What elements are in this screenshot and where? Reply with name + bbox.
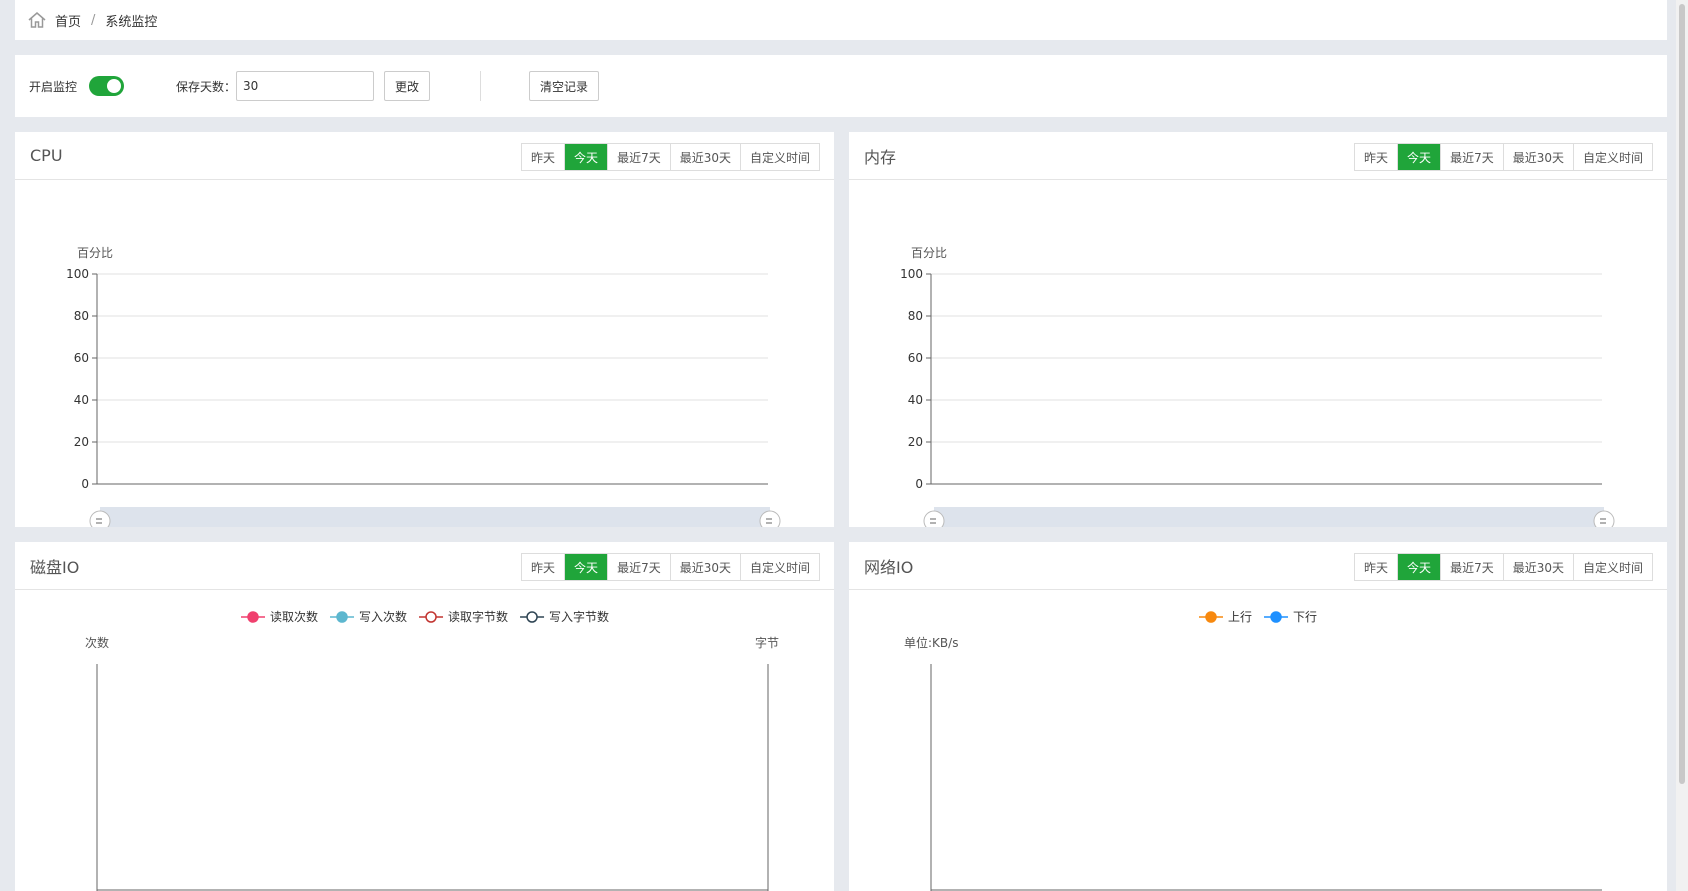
zoom-slider-track: [934, 507, 1604, 527]
y-tick-label: 20: [908, 435, 923, 449]
clear-records-button[interactable]: 清空记录: [529, 71, 600, 101]
range-button[interactable]: 昨天: [522, 144, 565, 170]
change-days-button[interactable]: 更改: [384, 71, 431, 101]
panel-title: 网络IO: [864, 557, 914, 577]
y-tick-label: 0: [81, 477, 89, 491]
memory-panel: 内存 昨天 今天 最近7天 最近30天 自定义时间 百分比 100 80 60 40 20 0: [849, 132, 1667, 527]
app: 首页 / 系统监控 开启监控 保存天数： 更改 清空记录 CPU 昨天今天最近7…: [0, 0, 1688, 891]
y-tick-label: 80: [74, 309, 89, 323]
memory-chart: 百分比 100 80 60 40 20 0: [900, 246, 1615, 527]
y-tick-label: 20: [74, 435, 89, 449]
legend-label: 下行: [1293, 610, 1317, 624]
breadcrumb-separator: /: [91, 12, 96, 28]
monitor-toggle[interactable]: [89, 76, 125, 96]
range-button[interactable]: 最近7天: [1440, 144, 1503, 170]
retention-days-input[interactable]: [236, 71, 375, 101]
breadcrumb-home-link[interactable]: 首页: [55, 11, 81, 30]
network-io-chart: 上行 下行单位:KB/s: [904, 610, 1602, 891]
disk-range-selector: 昨天 今天 最近7天 最近30天 自定义时间: [521, 553, 820, 581]
y-tick-label: 60: [74, 351, 89, 365]
y-axis-label: 次数: [85, 635, 109, 650]
legend-label: 读取次数: [270, 609, 318, 624]
y-tick-label: 40: [74, 393, 89, 407]
range-button[interactable]: 昨天: [1355, 144, 1398, 170]
range-button[interactable]: 今天: [1397, 144, 1441, 170]
legend-marker: [526, 611, 538, 623]
breadcrumb-current: 系统监控: [105, 14, 158, 30]
monitor-toggle-label: 开启监控: [29, 79, 78, 94]
memory-panel-header: 内存 昨天 今天 最近7天 最近30天 自定义时间: [849, 132, 1667, 180]
range-button[interactable]: 自定义时间: [1572, 144, 1652, 170]
page-scrollbar-thumb[interactable]: [1679, 4, 1685, 784]
legend-label: 写入次数: [359, 609, 407, 624]
disk-io-panel-header: 磁盘IO 昨天 今天 最近7天 最近30天 自定义时间: [15, 542, 834, 590]
panel-title: 磁盘IO: [30, 557, 80, 577]
legend-label: 上行: [1228, 610, 1252, 624]
legend-marker: [425, 611, 437, 623]
network-range-selector: 昨天 今天 最近7天 最近30天 自定义时间: [1354, 553, 1653, 581]
range-button[interactable]: 最近7天: [607, 144, 670, 170]
range-button[interactable]: 昨天: [522, 554, 565, 580]
range-button[interactable]: 今天: [1397, 554, 1441, 580]
y-tick-label: 40: [908, 393, 923, 407]
cpu-range-selector: 昨天 今天 最近7天 最近30天 自定义时间: [521, 143, 820, 171]
y-tick-label: 100: [66, 267, 89, 281]
disk-io-chart: 读取次数 写入次数 读取字节数 写入字节数次数 字节: [85, 609, 779, 891]
legend-marker: [247, 611, 259, 623]
page-scrollbar[interactable]: [1676, 0, 1688, 891]
y-tick-label: 60: [908, 351, 923, 365]
legend-marker: [1270, 611, 1282, 623]
range-button[interactable]: 最近30天: [669, 554, 740, 580]
retention-days-label: 保存天数：: [176, 79, 237, 94]
panel-title: 内存: [864, 147, 897, 167]
range-button[interactable]: 自定义时间: [1572, 554, 1652, 580]
y-axis-label: 单位:KB/s: [904, 635, 958, 650]
legend-label: 读取字节数: [448, 609, 508, 624]
range-button[interactable]: 今天: [564, 144, 608, 170]
y-axis-label: 百分比: [77, 246, 113, 260]
range-button[interactable]: 自定义时间: [739, 144, 819, 170]
memory-range-selector: 昨天 今天 最近7天 最近30天 自定义时间: [1354, 143, 1653, 171]
disk-io-panel: 磁盘IO 昨天 今天 最近7天 最近30天 自定义时间 读取次数 写入次数 读取字节数 写入字…: [15, 542, 834, 891]
range-button[interactable]: 昨天: [1355, 554, 1398, 580]
legend-marker: [336, 611, 348, 623]
legend-label: 写入字节数: [549, 609, 609, 624]
range-button[interactable]: 最近30天: [669, 144, 740, 170]
home-icon[interactable]: [27, 10, 47, 30]
y-tick-label: 80: [908, 309, 923, 323]
zoom-slider-track: [100, 507, 770, 527]
cpu-chart: 百分比 100 80 60 40 20 0: [66, 246, 781, 527]
range-button[interactable]: 最近7天: [607, 554, 670, 580]
y-axis-label: 百分比: [911, 246, 947, 260]
range-button[interactable]: 自定义时间: [739, 554, 819, 580]
right-y-axis-label: 字节: [755, 635, 779, 650]
range-button[interactable]: 最近30天: [1502, 554, 1573, 580]
network-io-panel: 网络IO 昨天 今天 最近7天 最近30天 自定义时间 上行 下行单位:KB/s: [849, 542, 1667, 891]
network-io-panel-header: 网络IO 昨天 今天 最近7天 最近30天 自定义时间: [849, 542, 1667, 590]
cpu-panel: CPU 昨天 今天 最近7天 最近30天 自定义时间 百分比 100 80 60 40 20 0: [15, 132, 834, 527]
y-tick-label: 0: [915, 477, 923, 491]
monitor-settings-bar: 开启监控 保存天数： 更改 清空记录: [15, 55, 1667, 117]
breadcrumb: 首页 / 系统监控: [15, 0, 1667, 40]
cpu-panel-header: CPU 昨天 今天 最近7天 最近30天 自定义时间: [15, 132, 834, 180]
divider: [480, 71, 482, 101]
y-tick-label: 100: [900, 267, 923, 281]
range-button[interactable]: 最近30天: [1502, 144, 1573, 170]
range-button[interactable]: 最近7天: [1440, 554, 1503, 580]
range-button[interactable]: 今天: [564, 554, 608, 580]
legend-marker: [1205, 611, 1217, 623]
panel-title: CPU: [30, 146, 63, 165]
